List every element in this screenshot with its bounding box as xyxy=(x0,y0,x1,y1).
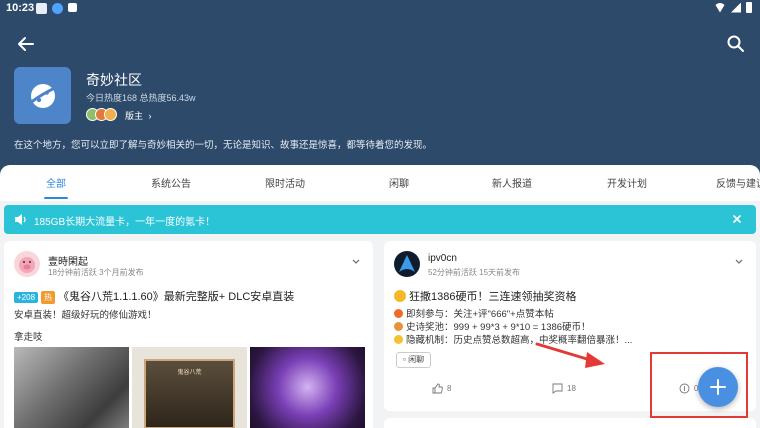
hot-badge: 热 xyxy=(41,291,56,304)
create-post-button[interactable] xyxy=(698,367,738,407)
notification-icon xyxy=(36,3,47,14)
plus-icon xyxy=(710,379,726,395)
tab-limited-events[interactable]: 限时活动 xyxy=(265,175,305,190)
post-tag[interactable]: ▫ 闲聊 xyxy=(396,352,432,368)
post-line: 史诗奖池：999 + 99*3 + 9*10 = 1386硬币！ xyxy=(394,319,591,333)
author-avatar[interactable] xyxy=(394,251,420,277)
chevron-right-icon: › xyxy=(148,111,152,121)
post-meta: 52分钟前活跃 15天前发布 xyxy=(428,268,521,277)
moderator-label: 版主 xyxy=(125,111,144,121)
community-logo xyxy=(14,67,71,124)
poster-frame: 鬼谷八荒 xyxy=(144,359,235,428)
active-tab-indicator xyxy=(44,197,68,199)
search-icon xyxy=(727,35,744,52)
post-title[interactable]: 狂撒1386硬币！三连速领抽奖资格 xyxy=(394,288,576,304)
tab-system-notice[interactable]: 系统公告 xyxy=(151,175,191,190)
moderator-avatars[interactable] xyxy=(86,108,117,121)
post-line: 即刻参与：关注+评"666"+点赞本帖 xyxy=(394,306,554,320)
speaker-icon xyxy=(15,214,26,225)
post-meta: 18分钟前活跃 3个月前发布 xyxy=(48,268,144,277)
like-button[interactable]: 8 xyxy=(432,383,451,394)
planet-icon xyxy=(28,83,58,108)
tag-icon: ▫ xyxy=(403,355,406,364)
gift-icon xyxy=(394,322,403,331)
chevron-down-icon[interactable] xyxy=(351,257,361,267)
post-title-text: 《鬼谷八荒1.1.1.60》最新完整版+ DLC安卓直装 xyxy=(58,291,295,303)
thumbs-up-icon xyxy=(432,383,443,394)
post-card[interactable] xyxy=(384,418,756,428)
annotation-arrow xyxy=(535,342,605,368)
author-name[interactable]: ipv0cn xyxy=(428,253,457,264)
community-title: 奇妙社区 xyxy=(86,72,142,88)
app-notification-icon xyxy=(52,3,63,14)
comment-count: 18 xyxy=(567,384,576,393)
post-subtitle: 安卓直装！超级好玩的修仙游戏！ xyxy=(14,310,157,321)
arch-logo-icon xyxy=(399,255,415,272)
back-button[interactable] xyxy=(14,32,38,56)
comment-button[interactable]: 18 xyxy=(552,383,576,394)
fire-icon xyxy=(394,309,403,318)
party-icon xyxy=(394,290,406,302)
post-body: 拿走吱 xyxy=(14,332,43,343)
tab-dev-plan[interactable]: 开发计划 xyxy=(607,175,647,190)
post-title-text: 狂撒1386硬币！三连速领抽奖资格 xyxy=(409,291,577,303)
status-icons xyxy=(714,2,752,13)
count-badge: +208 xyxy=(14,292,39,303)
shield-notification-icon xyxy=(68,3,77,12)
chevron-down-icon[interactable] xyxy=(734,257,744,267)
post-image[interactable]: 鬼谷八荒 xyxy=(132,347,247,428)
tab-chat[interactable]: 闲聊 xyxy=(389,175,409,190)
tab-feedback[interactable]: 反馈与建议 xyxy=(716,175,760,190)
pig-avatar-icon xyxy=(19,257,35,273)
tab-newcomers[interactable]: 新人报道 xyxy=(492,175,532,190)
announcement-banner[interactable]: 185GB长期大流量卡，一年一度的氪卡！ xyxy=(4,205,756,234)
poster-label: 鬼谷八荒 xyxy=(177,370,202,376)
tab-all[interactable]: 全部 xyxy=(46,175,66,190)
search-button[interactable] xyxy=(724,32,748,56)
sparkle-icon xyxy=(394,335,403,344)
status-time: 10:23 xyxy=(6,2,35,14)
comment-icon xyxy=(552,383,563,394)
avatar xyxy=(104,108,117,121)
wifi-icon xyxy=(714,2,726,13)
post-image[interactable] xyxy=(14,347,129,428)
author-avatar[interactable] xyxy=(14,251,40,277)
post-card[interactable]: 壹時閑起 18分钟前活跃 3个月前发布 +208 热《鬼谷八荒1.1.1.60》最… xyxy=(4,241,373,428)
moderator-link[interactable]: 版主 › xyxy=(125,109,152,122)
like-count: 8 xyxy=(447,384,452,393)
author-name[interactable]: 壹時閑起 xyxy=(48,253,88,268)
post-title[interactable]: +208 热《鬼谷八荒1.1.1.60》最新完整版+ DLC安卓直装 xyxy=(14,288,294,304)
announcement-text: 185GB长期大流量卡，一年一度的氪卡！ xyxy=(34,217,216,228)
community-description: 在这个地方，您可以立即了解与奇妙相关的一切，无论是知识、故事还是惊喜，都等待着您… xyxy=(14,140,433,151)
signal-icon xyxy=(731,2,741,13)
post-image[interactable] xyxy=(250,347,365,428)
category-tabs: 全部 系统公告 限时活动 闲聊 新人报道 开发计划 反馈与建议 xyxy=(0,165,760,201)
status-bar: 10:23 xyxy=(0,0,760,18)
arrow-left-icon xyxy=(18,37,34,51)
community-header: 10:23 奇妙社区 今日热度168 总热度56.43w 版主 › 在这个地方，… xyxy=(0,0,760,175)
close-icon[interactable] xyxy=(730,212,744,226)
battery-icon xyxy=(746,2,752,13)
community-heat: 今日热度168 总热度56.43w xyxy=(86,93,196,103)
